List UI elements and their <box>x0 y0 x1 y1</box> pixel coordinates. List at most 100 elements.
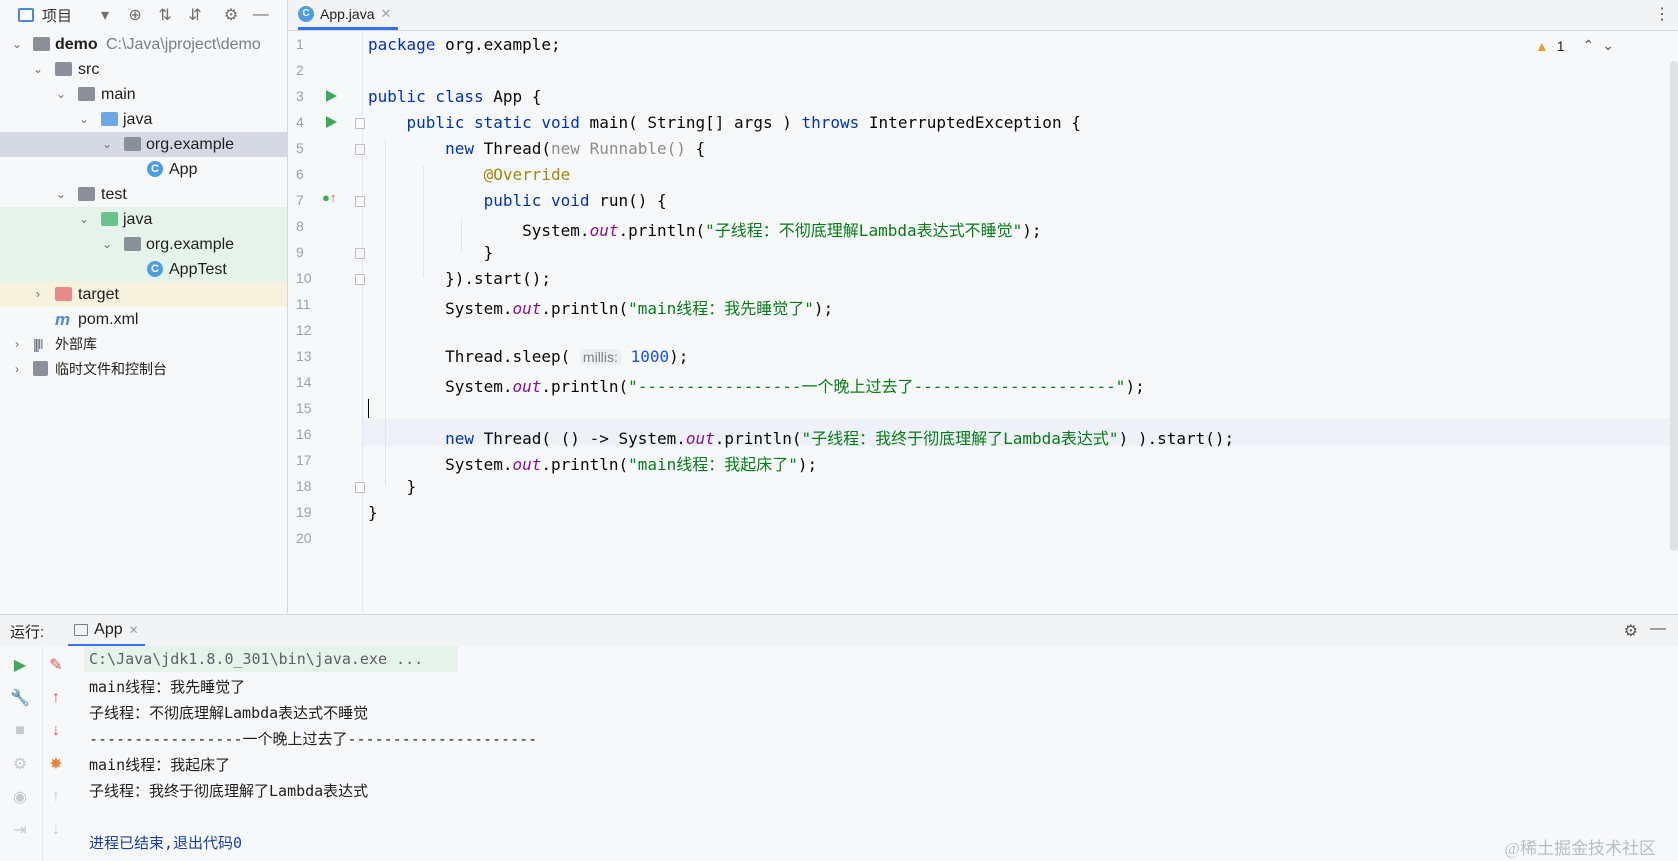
chevron-down-icon[interactable]: ⌄ <box>54 82 68 107</box>
gear-icon[interactable]: ⚙ <box>8 752 32 776</box>
fold-icon[interactable] <box>355 248 365 259</box>
chevron-right-icon[interactable]: › <box>10 357 24 382</box>
console-output[interactable]: C:\Java\jdk1.8.0_301\bin\java.exe ... ma… <box>84 646 1678 861</box>
java-class-icon: C <box>147 261 163 277</box>
code-line: System.out.println("子线程：不彻底理解Lambda表达式不睡… <box>368 221 1042 240</box>
code-line: public class App { <box>368 87 542 106</box>
line-number: 15 <box>296 400 312 416</box>
tree-item-test-package[interactable]: ⌄ org.example <box>0 232 287 257</box>
project-view-title[interactable]: 项目 <box>42 5 72 26</box>
chevron-up-icon[interactable]: ⌃ <box>1583 37 1595 54</box>
tree-item-label: target <box>78 286 119 303</box>
tree-item-label: test <box>101 186 127 203</box>
fold-icon[interactable] <box>355 482 365 493</box>
chevron-down-icon[interactable]: ⌄ <box>77 207 91 232</box>
chevron-down-icon[interactable]: ⌄ <box>100 232 114 257</box>
parameter-hint: millis: <box>579 349 621 365</box>
expand-all-icon[interactable]: ⇅ <box>154 4 176 26</box>
collapse-all-icon[interactable]: ⇵ <box>184 4 206 26</box>
fold-icon[interactable] <box>355 196 365 207</box>
chevron-down-icon[interactable]: ⌄ <box>77 107 91 132</box>
tree-item-scratches[interactable]: › 临时文件和控制台 <box>0 357 287 382</box>
minimize-icon[interactable]: — <box>250 4 272 26</box>
tree-item-external-libraries[interactable]: › |||‖ 外部库 <box>0 332 287 357</box>
console-exit-line: 进程已结束,退出代码0 <box>89 834 243 852</box>
tree-item-apptest[interactable]: C AppTest <box>0 257 287 282</box>
run-panel-header: 运行: App ✕ ⚙ — <box>0 614 1678 647</box>
code-line: @Override <box>483 165 571 184</box>
code-line-cursor <box>368 399 379 418</box>
code-editor[interactable]: 1 2 3 4 5 6 7 8 9 10 11 12 13 14 15 16 1… <box>288 31 1678 613</box>
rerun-icon[interactable]: ▶ <box>8 653 32 677</box>
tree-item-main[interactable]: ⌄ main <box>0 82 287 107</box>
line-number: 6 <box>296 166 304 182</box>
more-options-icon[interactable]: ⋮ <box>1654 4 1670 24</box>
warning-icon: ▲ <box>1534 37 1549 54</box>
camera-icon[interactable]: ◉ <box>8 785 32 809</box>
project-toolbar: 项目 ▾ ⊕ ⇅ ⇵ ⚙ — <box>0 0 287 30</box>
arrow-down-icon[interactable]: ↓ <box>44 719 68 743</box>
tree-item-test-java[interactable]: ⌄ java <box>0 207 287 232</box>
project-tree: ⌄ demo C:\Java\jproject\demo ⌄ src ⌄ mai… <box>0 32 287 382</box>
scroll-down-icon[interactable]: ↓ <box>44 818 68 842</box>
tree-item-demo[interactable]: ⌄ demo C:\Java\jproject\demo <box>0 32 287 57</box>
tree-item-pom[interactable]: m pom.xml <box>0 307 287 332</box>
code-line: System.out.println("main线程：我起床了"); <box>368 455 818 474</box>
tree-item-app[interactable]: C App <box>0 157 287 182</box>
code-line: } <box>368 477 417 496</box>
line-number: 9 <box>296 244 304 260</box>
fold-icon[interactable] <box>355 274 365 285</box>
project-panel: 项目 ▾ ⊕ ⇅ ⇵ ⚙ — ⌄ demo C:\Java\jproject\d… <box>0 0 288 613</box>
chevron-right-icon[interactable]: › <box>31 282 45 307</box>
project-view-icon[interactable] <box>18 8 34 22</box>
source-folder-icon <box>101 112 118 126</box>
tree-item-test[interactable]: ⌄ test <box>0 182 287 207</box>
clear-console-icon[interactable]: ✎ <box>44 653 68 677</box>
code-line: public static void main( String[] args )… <box>406 113 1081 132</box>
stop-icon[interactable]: ■ <box>8 719 32 743</box>
inspection-widget[interactable]: ▲ 1 ⌃ ⌄ <box>1535 37 1614 54</box>
tree-item-target[interactable]: › target <box>0 282 287 307</box>
line-number: 8 <box>296 218 304 234</box>
tree-item-label: org.example <box>146 236 235 253</box>
console-line: -----------------一个晚上过去了----------------… <box>89 730 538 748</box>
excluded-folder-icon <box>55 287 72 301</box>
scroll-up-icon[interactable]: ↑ <box>44 785 68 809</box>
chevron-right-icon[interactable]: › <box>10 332 24 357</box>
locate-icon[interactable]: ⊕ <box>124 4 146 26</box>
chevron-down-icon[interactable]: ▾ <box>94 4 116 26</box>
tree-item-label: AppTest <box>169 261 227 278</box>
chevron-down-icon[interactable]: ⌄ <box>1602 37 1614 54</box>
implements-method-icon[interactable]: ●↑ <box>322 190 336 205</box>
fold-icon[interactable] <box>355 118 365 129</box>
threads-icon[interactable]: ✸ <box>44 752 68 776</box>
tree-item-main-package[interactable]: ⌄ org.example <box>0 132 287 157</box>
tab-app-java[interactable]: C App.java ✕ <box>298 0 398 30</box>
close-icon[interactable]: ✕ <box>129 623 139 637</box>
exit-icon[interactable]: ⇥ <box>8 818 32 842</box>
arrow-up-icon[interactable]: ↑ <box>44 686 68 710</box>
fold-icon[interactable] <box>355 144 365 155</box>
minimize-icon[interactable]: — <box>1650 620 1666 638</box>
run-panel-label: 运行: <box>10 623 45 641</box>
tree-item-label: App <box>169 161 198 178</box>
chevron-down-icon[interactable]: ⌄ <box>54 182 68 207</box>
editor-scrollbar[interactable] <box>1670 61 1678 551</box>
line-number: 2 <box>296 62 304 78</box>
tree-item-src[interactable]: ⌄ src <box>0 57 287 82</box>
gear-icon[interactable]: ⚙ <box>1624 621 1638 641</box>
tree-item-main-java[interactable]: ⌄ java <box>0 107 287 132</box>
chevron-down-icon[interactable]: ⌄ <box>31 57 45 82</box>
wrench-icon[interactable]: 🔧 <box>8 686 32 710</box>
maven-file-icon: m <box>55 310 71 329</box>
chevron-down-icon[interactable]: ⌄ <box>100 132 114 157</box>
close-icon[interactable]: ✕ <box>380 6 391 22</box>
code-line: package org.example; <box>368 35 561 54</box>
run-main-icon[interactable] <box>326 116 337 128</box>
gear-icon[interactable]: ⚙ <box>220 4 242 26</box>
run-class-icon[interactable] <box>326 90 337 102</box>
line-number: 14 <box>296 374 312 390</box>
code-line: System.out.println("-----------------一个晚… <box>368 377 1145 396</box>
run-tab-app[interactable]: App ✕ <box>68 615 145 647</box>
chevron-down-icon[interactable]: ⌄ <box>10 32 24 57</box>
